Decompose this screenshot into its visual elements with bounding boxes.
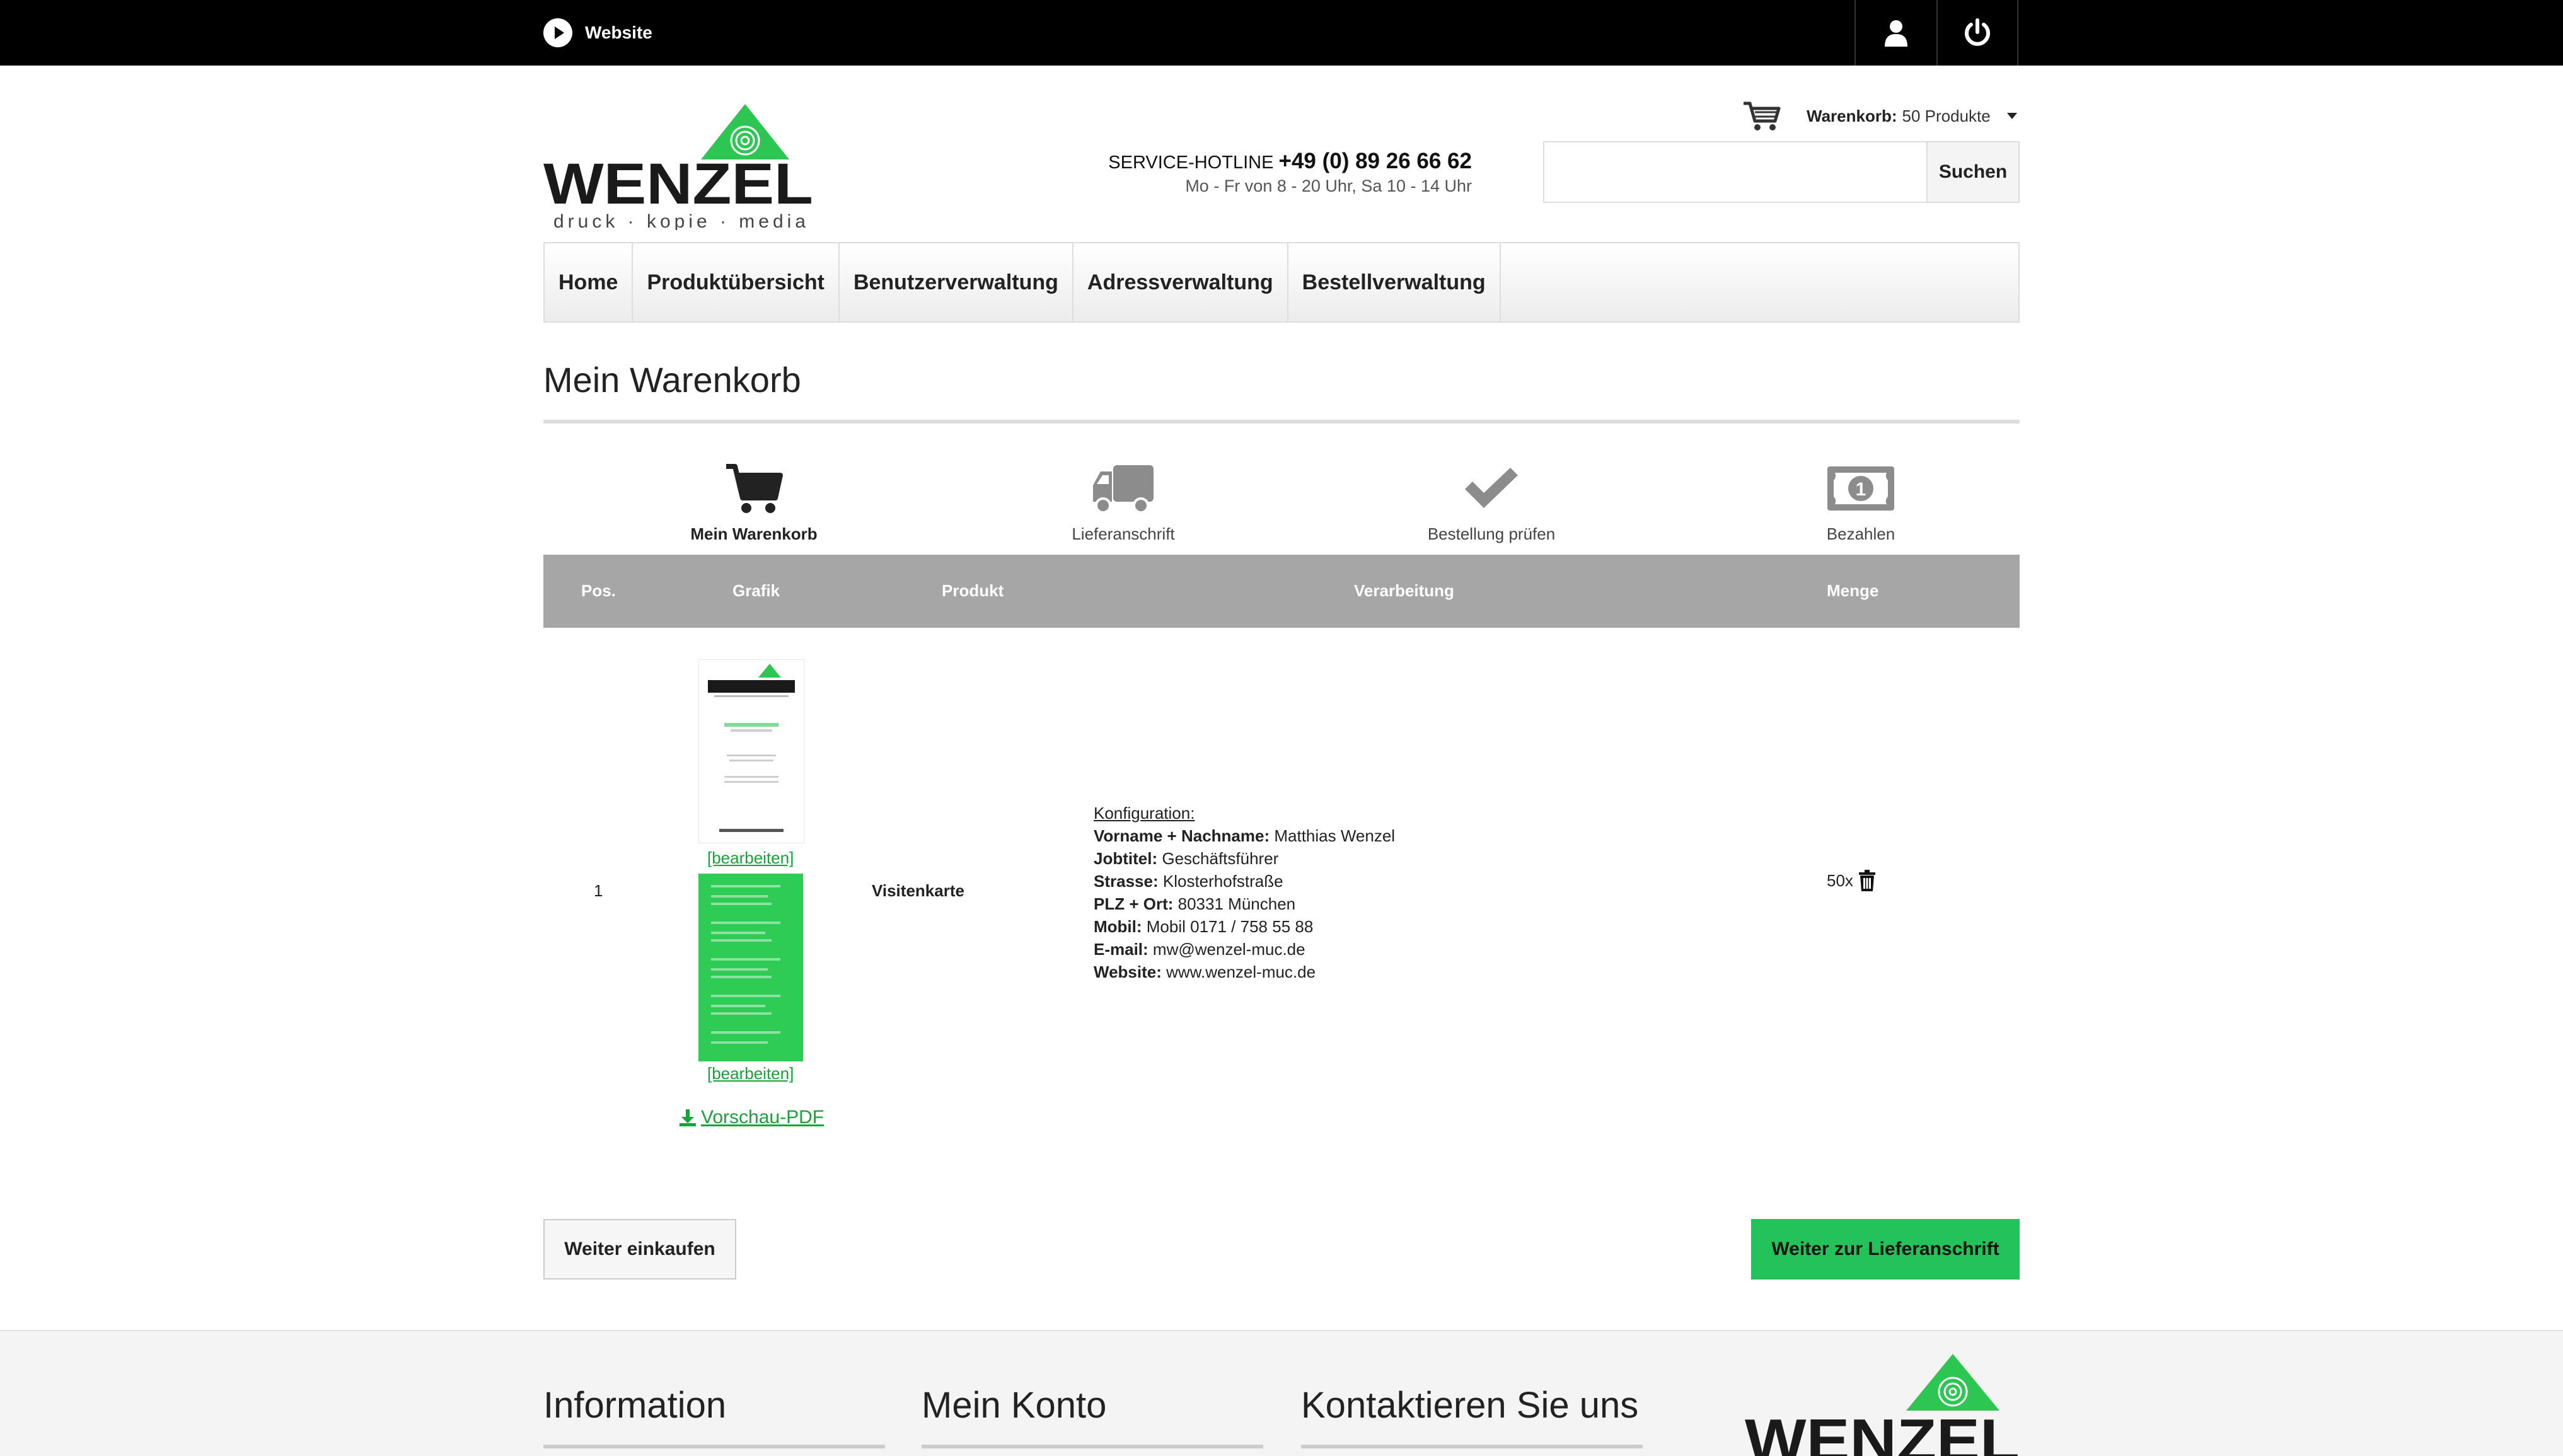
col-header-produkt: Produkt [942, 581, 1004, 600]
footer-heading-mein-konto: Mein Konto [922, 1385, 1107, 1426]
step-payment[interactable]: 1 Bezahlen [1735, 460, 1987, 544]
hotline-label: SERVICE-HOTLINE [1108, 153, 1274, 173]
user-account-button[interactable] [1854, 0, 1936, 66]
footer [0, 1330, 2563, 1456]
play-circle-icon [543, 18, 572, 47]
footer-logo-brand-text: WENZEL [1745, 1407, 2020, 1456]
trash-icon[interactable] [1858, 870, 1876, 891]
step-label: Mein Warenkorb [690, 524, 818, 543]
edit-front-link[interactable]: [bearbeiten] [707, 848, 794, 868]
preview-pdf-label: Vorschau-PDF [701, 1107, 824, 1128]
next-delivery-address-button[interactable]: Weiter zur Lieferanschrift [1751, 1219, 2020, 1280]
footer-divider [922, 1445, 1263, 1448]
cart-table-header: Pos. Grafik Produkt Verarbeitung Menge [543, 555, 2020, 628]
wenzel-logo[interactable]: WENZEL druck · kopie · media [543, 104, 814, 232]
cart-icon [1744, 101, 1781, 130]
row-position: 1 [594, 881, 603, 900]
user-icon [1885, 20, 1907, 47]
config-line: PLZ + Ort: 80331 München [1094, 894, 1296, 913]
product-name: Visitenkarte [872, 881, 964, 900]
cart-count: 50 Produkte [1902, 106, 1991, 125]
nav-item-bestellverwaltung[interactable]: Bestellverwaltung [1288, 243, 1501, 321]
col-header-verarbeitung: Verarbeitung [1354, 581, 1454, 600]
config-line: Jobtitel: Geschäftsführer [1094, 849, 1279, 868]
step-cart[interactable]: Mein Warenkorb [628, 460, 880, 544]
website-label: Website [585, 23, 652, 42]
service-hotline: SERVICE-HOTLINE +49 (0) 89 26 66 62 Mo -… [1009, 149, 1472, 196]
config-line: Website: www.wenzel-muc.de [1094, 962, 1316, 981]
config-line: Vorname + Nachname: Matthias Wenzel [1094, 826, 1396, 845]
quantity-cell: 50x [1827, 870, 1876, 891]
chevron-down-icon [2006, 113, 2017, 119]
footer-heading-information: Information [543, 1385, 727, 1426]
search-input[interactable] [1544, 142, 1928, 202]
quantity-value: 50x [1827, 870, 1853, 890]
svg-text:1: 1 [1856, 479, 1866, 500]
cart-icon [726, 464, 783, 513]
search-form: Suchen [1543, 141, 2020, 203]
config-line: E-mail: mw@wenzel-muc.de [1094, 940, 1305, 959]
col-header-pos: Pos. [581, 581, 616, 600]
product-configuration: Konfiguration: Vorname + Nachname: Matth… [1094, 802, 1395, 983]
cart-summary-dropdown[interactable]: Warenkorb: 50 Produkte [1742, 101, 2017, 131]
footer-heading-kontakt: Kontaktieren Sie uns [1301, 1385, 1639, 1426]
hotline-hours: Mo - Fr von 8 - 20 Uhr, Sa 10 - 14 Uhr [1185, 176, 1472, 195]
col-header-menge: Menge [1827, 581, 1879, 600]
cart-label: Warenkorb: [1807, 106, 1897, 125]
checkmark-icon [1465, 468, 1518, 508]
logo-brand-text: WENZEL [543, 152, 813, 216]
footer-wenzel-logo[interactable]: WENZEL [1745, 1354, 2022, 1456]
page-title: Mein Warenkorb [543, 360, 801, 400]
nav-item-benutzerverwaltung[interactable]: Benutzerverwaltung [840, 243, 1073, 321]
continue-shopping-button[interactable]: Weiter einkaufen [543, 1219, 736, 1280]
step-delivery[interactable]: Lieferanschrift [997, 460, 1249, 544]
website-link[interactable]: Website [543, 14, 652, 52]
banknote-icon: 1 [1827, 466, 1894, 511]
business-card-front-preview [698, 659, 804, 843]
config-line: Strasse: Klosterhofstraße [1094, 872, 1283, 891]
power-icon [1965, 18, 1990, 46]
truck-icon [1093, 465, 1154, 514]
search-button[interactable]: Suchen [1928, 142, 2018, 202]
config-line: Mobil: Mobil 0171 / 758 55 88 [1094, 917, 1314, 936]
step-label: Bestellung prüfen [1427, 524, 1556, 543]
footer-divider [1301, 1445, 1643, 1448]
step-label: Lieferanschrift [1072, 524, 1175, 543]
step-review[interactable]: Bestellung prüfen [1365, 460, 1617, 544]
footer-divider [543, 1445, 885, 1448]
logout-button[interactable] [1936, 0, 2018, 66]
title-divider [543, 420, 2020, 424]
download-icon [680, 1109, 696, 1126]
step-label: Bezahlen [1826, 524, 1895, 543]
hotline-number: +49 (0) 89 26 66 62 [1278, 149, 1472, 173]
business-card-back-preview [698, 874, 803, 1061]
config-heading: Konfiguration: [1094, 804, 1195, 823]
edit-back-link[interactable]: [bearbeiten] [707, 1064, 794, 1083]
nav-item-produktuebersicht[interactable]: Produktübersicht [633, 243, 840, 321]
top-bar: Website [0, 0, 2563, 66]
nav-item-home[interactable]: Home [545, 243, 634, 321]
main-navigation: Home Produktübersicht Benutzerverwaltung… [543, 242, 2020, 323]
col-header-grafik: Grafik [732, 581, 780, 600]
preview-pdf-link[interactable]: Vorschau-PDF [678, 1107, 824, 1128]
nav-item-adressverwaltung[interactable]: Adressverwaltung [1073, 243, 1288, 321]
